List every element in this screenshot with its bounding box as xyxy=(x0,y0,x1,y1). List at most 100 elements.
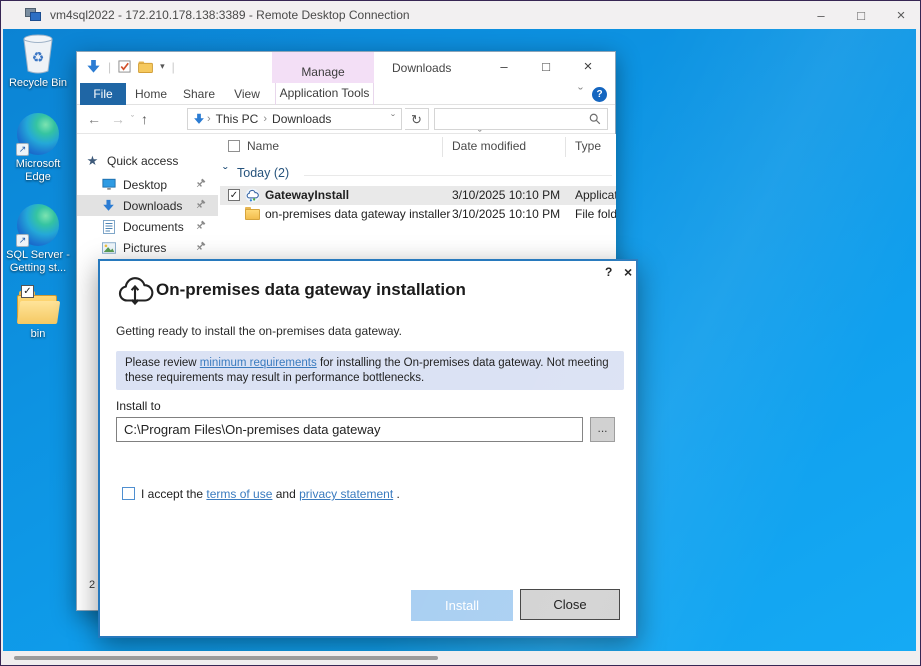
help-icon[interactable]: ? xyxy=(592,86,607,102)
recent-locations-icon[interactable]: ˇ xyxy=(131,114,134,124)
checked-checkbox-icon: ✓ xyxy=(21,285,34,298)
shortcut-arrow-icon: ↗ xyxy=(16,234,29,247)
sidebar-item-label: Quick access xyxy=(107,153,179,168)
pin-icon xyxy=(195,199,206,213)
back-button[interactable]: ← xyxy=(87,111,101,127)
breadcrumb-this-pc[interactable]: This PC xyxy=(213,112,262,126)
sidebar-item-label: Desktop xyxy=(123,177,168,192)
column-headers: Name ˇ Date modified Type xyxy=(220,129,616,158)
folder-icon xyxy=(245,207,260,222)
tab-share[interactable]: Share xyxy=(177,83,221,105)
new-folder-icon[interactable] xyxy=(138,60,154,73)
rdp-titlebar: vm4sql2022 - 172.210.178.138:3389 - Remo… xyxy=(1,1,920,29)
file-date-modified: 3/10/2025 10:10 PM xyxy=(452,207,561,221)
rdp-minimize-button[interactable]: – xyxy=(814,8,828,23)
desktop-icon-recycle-bin[interactable]: ♻ Recycle Bin xyxy=(5,34,71,90)
tab-manage[interactable]: Manage xyxy=(272,52,374,83)
file-row-gatewayinstall[interactable]: ✓ GatewayInstall 3/10/2025 10:10 PM Appl… xyxy=(220,186,616,205)
accept-terms-checkbox[interactable] xyxy=(122,487,135,500)
qat-customize-icon[interactable]: ▾ xyxy=(160,61,165,72)
notice-text: Please review xyxy=(125,357,200,369)
pin-icon xyxy=(195,241,206,255)
search-input[interactable] xyxy=(434,108,608,130)
desktop-monitor-icon xyxy=(101,177,116,192)
requirements-notice: Please review minimum requirements for i… xyxy=(116,351,624,390)
sidebar-item-documents[interactable]: Documents xyxy=(77,216,218,237)
divider: | xyxy=(171,59,175,74)
desktop-icon-microsoft-edge[interactable]: ↗ Microsoft Edge xyxy=(5,113,71,184)
file-name: GatewayInstall xyxy=(265,188,350,202)
rdp-horizontal-scrollbar[interactable] xyxy=(3,651,916,665)
rdp-maximize-button[interactable]: □ xyxy=(854,8,868,23)
tab-file[interactable]: File xyxy=(80,83,126,105)
explorer-titlebar: | ▾ | Manage Downloads – □ × xyxy=(77,52,615,83)
explorer-minimize-button[interactable]: – xyxy=(483,52,525,82)
desktop-icon-sql-server[interactable]: ↗ SQL Server - Getting st... xyxy=(5,204,71,275)
picture-icon xyxy=(101,240,116,255)
up-button[interactable]: ↑ xyxy=(141,111,148,127)
accept-text: I accept the xyxy=(141,487,207,501)
terms-of-use-link[interactable]: terms of use xyxy=(206,487,272,501)
address-bar-row: ← → ˇ ↑ › This PC › Downloads ˇ ↻ xyxy=(77,105,615,133)
quick-access-toolbar: | ▾ | xyxy=(86,59,175,74)
column-header-name[interactable]: Name xyxy=(247,139,279,153)
explorer-maximize-button[interactable]: □ xyxy=(525,52,567,82)
group-label: Today (2) xyxy=(237,166,290,180)
install-path-input[interactable] xyxy=(116,417,583,442)
select-all-checkbox[interactable] xyxy=(228,140,240,152)
dialog-close-icon[interactable]: × xyxy=(624,264,632,280)
sidebar-item-desktop[interactable]: Desktop xyxy=(77,174,218,195)
tab-application-tools[interactable]: Application Tools xyxy=(275,83,374,105)
divider xyxy=(442,137,443,157)
document-icon xyxy=(101,219,116,234)
refresh-button[interactable]: ↻ xyxy=(405,108,429,130)
sidebar-item-quick-access[interactable]: ★ Quick access xyxy=(77,150,218,171)
gateway-install-dialog: ? × On-premises data gateway installatio… xyxy=(98,259,638,638)
ribbon-tabs: File Home Share View Application Tools ˇ… xyxy=(77,83,615,105)
edge-icon: ↗ xyxy=(16,113,59,156)
column-header-type[interactable]: Type xyxy=(575,139,601,153)
desktop-icon-label: Recycle Bin xyxy=(8,77,68,89)
properties-checkbox-icon[interactable] xyxy=(118,60,131,73)
accept-text: and xyxy=(272,487,300,501)
sidebar-item-label: Documents xyxy=(123,219,184,234)
gateway-cloud-icon xyxy=(245,188,260,203)
rdp-title: vm4sql2022 - 172.210.178.138:3389 - Remo… xyxy=(50,8,410,22)
privacy-statement-link[interactable]: privacy statement xyxy=(299,487,393,501)
rdp-close-button[interactable]: × xyxy=(894,7,908,24)
divider: | xyxy=(108,59,112,74)
breadcrumb-downloads[interactable]: Downloads xyxy=(269,112,334,126)
desktop-icon-bin-folder[interactable]: ✓ bin xyxy=(5,285,71,341)
divider xyxy=(304,175,612,176)
remote-desktop: ♻ Recycle Bin ↗ Microsoft Edge ↗ SQL Ser… xyxy=(3,29,916,651)
install-button[interactable]: Install xyxy=(411,590,513,621)
file-row-installer-folder[interactable]: on-premises data gateway installer 3/10/… xyxy=(220,205,616,224)
group-header-today[interactable]: ˇ Today (2) xyxy=(220,164,616,184)
minimum-requirements-link[interactable]: minimum requirements xyxy=(200,357,317,369)
accept-text: . xyxy=(393,487,400,501)
star-icon: ★ xyxy=(86,152,99,168)
desktop-icon-label: bin xyxy=(30,328,46,340)
breadcrumb-separator: › xyxy=(207,113,211,125)
browse-button[interactable]: ... xyxy=(590,417,615,442)
file-name: on-premises data gateway installer xyxy=(265,207,451,221)
address-dropdown-icon[interactable]: ˇ xyxy=(391,113,395,125)
downloads-icon xyxy=(101,198,116,213)
tab-view[interactable]: View xyxy=(225,83,269,105)
sidebar-item-pictures[interactable]: Pictures xyxy=(77,237,218,258)
column-header-date-modified[interactable]: Date modified xyxy=(452,139,526,153)
forward-button[interactable]: → xyxy=(111,111,125,127)
folder-icon: ✓ xyxy=(17,285,61,325)
ribbon-collapse-icon[interactable]: ˇ xyxy=(578,86,583,101)
sidebar-item-downloads[interactable]: Downloads xyxy=(77,195,218,216)
row-checkbox-checked[interactable]: ✓ xyxy=(228,189,240,201)
scrollbar-thumb[interactable] xyxy=(14,656,438,660)
explorer-close-button[interactable]: × xyxy=(567,52,609,82)
desktop-icon-label: SQL Server - Getting st... xyxy=(6,249,70,274)
accept-terms-row: I accept the terms of use and privacy st… xyxy=(122,487,400,501)
dialog-help-button[interactable]: ? xyxy=(605,265,612,279)
address-bar[interactable]: › This PC › Downloads ˇ xyxy=(187,108,402,130)
downloads-icon xyxy=(194,113,204,124)
tab-home[interactable]: Home xyxy=(129,83,173,105)
close-button[interactable]: Close xyxy=(520,589,620,620)
